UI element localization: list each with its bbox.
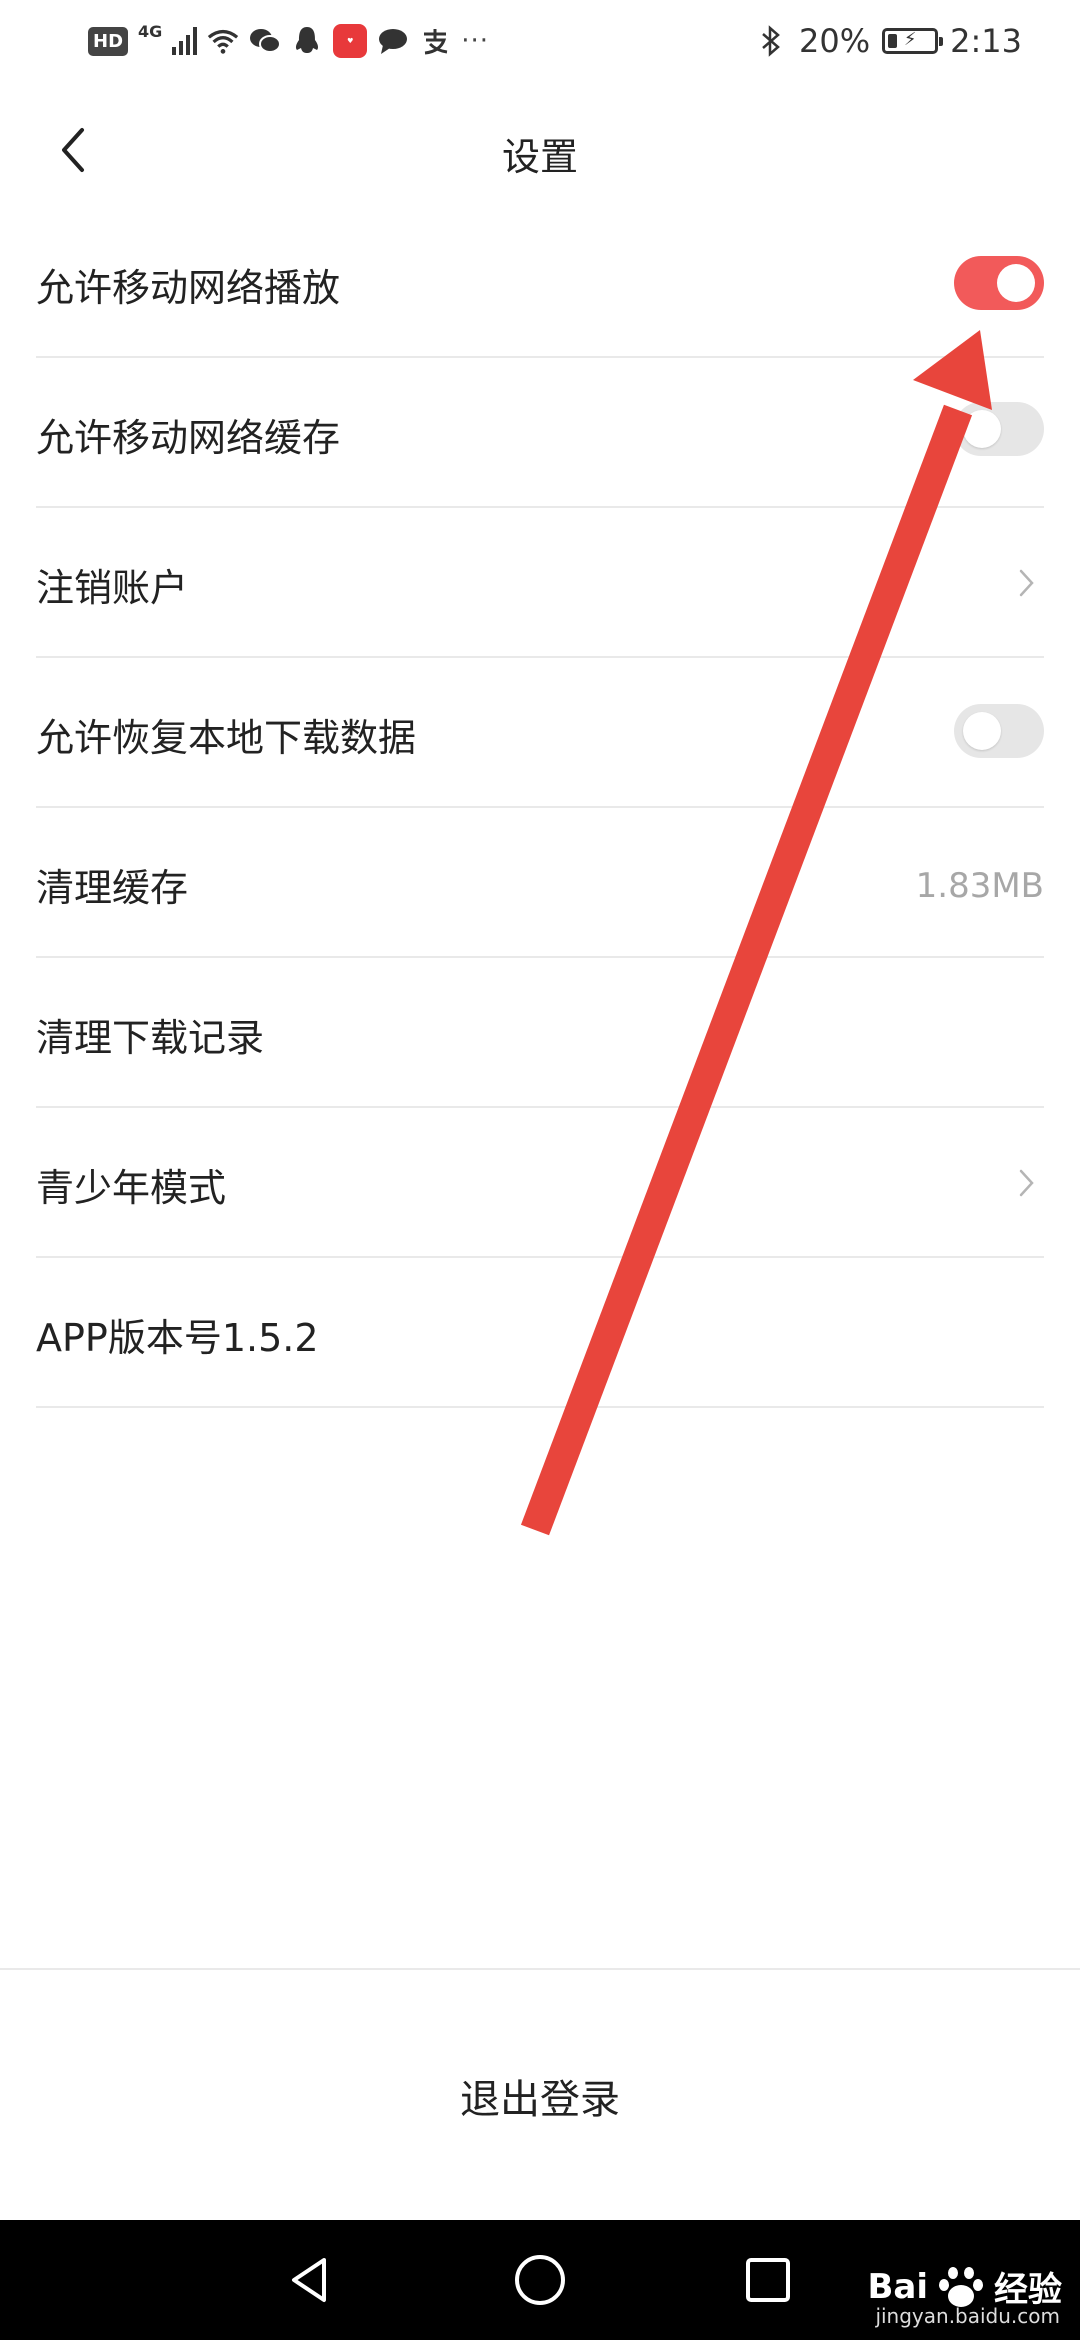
setting-version: APP版本号1.5.2 [36,1258,1044,1408]
setting-clear-downloads[interactable]: 清理下载记录 [36,958,1044,1108]
restore-local-toggle[interactable] [954,704,1044,758]
setting-teen-mode[interactable]: 青少年模式 [36,1108,1044,1258]
setting-label: APP版本号1.5.2 [36,1316,319,1360]
setting-label: 注销账户 [36,566,189,610]
nav-back-icon[interactable] [280,2250,340,2310]
signal-icon [172,27,198,55]
status-bar-left: HD 4G ♥ ··· [88,18,489,64]
nav-recents-icon[interactable] [738,2250,798,2310]
cache-size-value: 1.83MB [915,866,1044,906]
wifi-icon [207,25,239,57]
header: 设置 [0,100,1080,200]
toggle-knob [963,410,1001,448]
page-title: 设置 [501,135,578,179]
mobile-cache-toggle[interactable] [954,402,1044,456]
setting-mobile-play: 允许移动网络播放 [36,240,1044,358]
baidu-paw-icon [939,2266,983,2307]
more-dots-icon: ··· [461,26,490,56]
watermark-url: jingyan.baidu.com [875,2304,1060,2328]
setting-label: 允许移动网络播放 [36,266,341,310]
logout-divider [0,1968,1080,1970]
logout-button[interactable]: 退出登录 [0,2060,1080,2140]
chevron-right-icon [1019,1169,1034,1197]
status-bar: HD 4G ♥ ··· 20% ⚡ 2:13 [0,0,1080,80]
nav-home-icon[interactable] [510,2250,570,2310]
alipay-icon [419,25,451,57]
watermark-text: Bai [867,2266,928,2307]
message-icon [377,25,409,57]
navigation-bar: Bai 经验 jingyan.baidu.com [0,2220,1080,2340]
chevron-right-icon [1019,569,1034,597]
setting-clear-cache[interactable]: 清理缓存 1.83MB [36,808,1044,958]
wechat-icon [249,25,282,57]
charging-bolt-icon: ⚡ [903,29,917,50]
bluetooth-icon [755,25,787,57]
status-bar-right: 20% ⚡ 2:13 [755,18,1022,64]
setting-label: 允许恢复本地下载数据 [36,716,417,760]
clock: 2:13 [950,22,1022,60]
setting-label: 清理缓存 [36,866,189,910]
toggle-knob [963,712,1001,750]
setting-mobile-cache: 允许移动网络缓存 [36,358,1044,508]
qq-icon [291,25,323,57]
battery-percent: 20% [799,22,871,60]
hd-badge: HD [88,26,129,56]
setting-restore-local: 允许恢复本地下载数据 [36,658,1044,808]
toggle-knob [997,264,1035,302]
setting-label: 青少年模式 [36,1166,227,1210]
setting-label: 允许移动网络缓存 [36,416,341,460]
setting-cancel-account[interactable]: 注销账户 [36,508,1044,658]
huawei-app-icon: ♥ [333,24,368,58]
setting-label: 清理下载记录 [36,1016,265,1060]
battery-icon: ⚡ [882,28,944,54]
network-type-label: 4G [138,21,163,41]
mobile-play-toggle[interactable] [954,256,1044,310]
settings-list: 允许移动网络播放 允许移动网络缓存 注销账户 允许恢复本地下载数据 清理缓存 1… [36,240,1044,1408]
